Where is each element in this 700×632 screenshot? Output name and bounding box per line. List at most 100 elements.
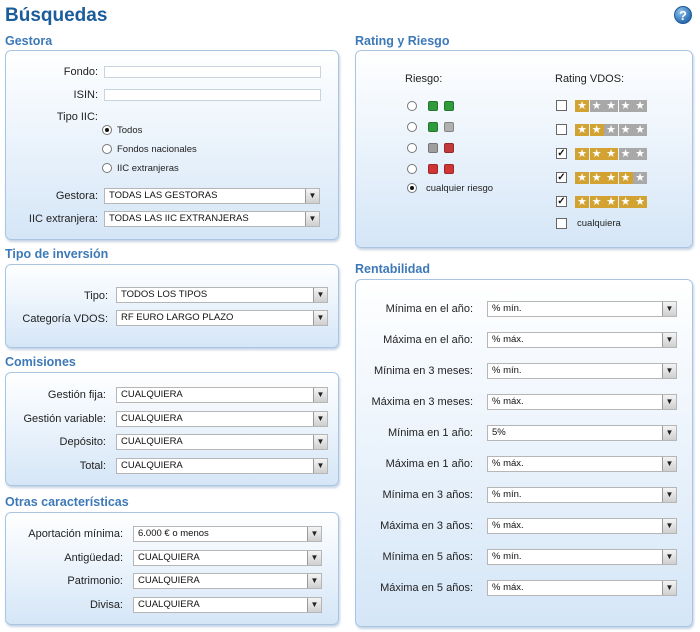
rentabilidad-panel: Mínima en el año: % mín. ▼ Máxima en el año… <box>355 279 693 627</box>
star-icon: ★ <box>618 148 633 160</box>
gestora-section-title: Gestora <box>5 34 53 48</box>
help-icon[interactable]: ? <box>674 6 692 24</box>
rating-checkbox-4[interactable]: ✓ <box>556 172 567 183</box>
star-icon: ★ <box>618 124 633 136</box>
rating-checkbox-cualquiera[interactable] <box>556 218 567 229</box>
otras-select[interactable]: CUALQUIERA ▼ <box>133 573 322 589</box>
tipo-select[interactable]: TODOS LOS TIPOS ▼ <box>116 287 328 303</box>
cualquiera-label: cualquiera <box>577 218 621 229</box>
riesgo-radio-3[interactable] <box>407 143 417 153</box>
star-icon: ★ <box>575 100 589 112</box>
comisiones-label: Depósito: <box>59 436 106 448</box>
tipo-iic-option-extranjeras: IIC extranjeras <box>117 163 179 174</box>
chevron-down-icon: ▼ <box>662 519 676 533</box>
tipo-iic-radio-extranjeras[interactable] <box>102 163 112 173</box>
rentabilidad-select-value: % mín. <box>492 489 522 500</box>
tipo-iic-radio-todos[interactable] <box>102 125 112 135</box>
chevron-down-icon: ▼ <box>307 550 321 565</box>
riesgo-radio-2[interactable] <box>407 122 417 132</box>
star-icon: ★ <box>604 100 618 112</box>
comisiones-section-title: Comisiones <box>5 355 76 369</box>
rentabilidad-label: Máxima en 3 años: <box>380 520 473 532</box>
otras-label: Divisa: <box>89 598 123 611</box>
riesgo-radio-cualquier[interactable] <box>407 183 417 193</box>
rating-checkbox-2[interactable] <box>556 124 567 135</box>
gestora-panel: Fondo: ISIN: Tipo IIC: Todos Fondos naci… <box>5 50 339 240</box>
fondo-label: Fondo: <box>63 66 98 78</box>
tipo-iic-radio-nacionales[interactable] <box>102 144 112 154</box>
rentabilidad-label: Máxima en 1 año: <box>385 458 473 470</box>
rentabilidad-select[interactable]: % mín. ▼ <box>487 301 677 317</box>
comisiones-select[interactable]: CUALQUIERA ▼ <box>116 387 328 403</box>
chevron-down-icon: ▼ <box>662 488 676 502</box>
otras-select[interactable]: CUALQUIERA ▼ <box>133 549 322 566</box>
chevron-down-icon: ▼ <box>307 597 321 612</box>
rentabilidad-select[interactable]: % máx. ▼ <box>487 580 677 596</box>
star-icon: ★ <box>604 124 618 136</box>
rentabilidad-label: Mínima en 1 año: <box>388 427 473 439</box>
comisiones-select[interactable]: CUALQUIERA ▼ <box>116 434 328 450</box>
rentabilidad-select[interactable]: % máx. ▼ <box>487 394 677 410</box>
rentabilidad-label: Mínima en 5 años: <box>382 551 474 563</box>
rating-panel: Riesgo: Rating VDOS: ★ ★ ★ ★ ★ ★ ★ ★ ★ ★ ✓ ★ ★ ★ ★ ★ ✓ ★ ★… <box>355 50 693 248</box>
otras-select[interactable]: CUALQUIERA ▼ <box>133 596 322 613</box>
gestora-select[interactable]: TODAS LAS GESTORAS ▼ <box>104 188 320 204</box>
categoria-vdos-select[interactable]: RF EURO LARGO PLAZO ▼ <box>116 310 328 326</box>
risk-level-square <box>444 164 454 174</box>
gestora-select-value: TODAS LAS GESTORAS <box>109 190 218 201</box>
fondo-input[interactable] <box>104 66 321 78</box>
iic-extranjera-label: IIC extranjera: <box>28 213 98 225</box>
gestora-label: Gestora: <box>55 190 98 202</box>
chevron-down-icon: ▼ <box>313 411 327 426</box>
riesgo-radio-1[interactable] <box>407 101 417 111</box>
risk-level-square <box>428 164 438 174</box>
iic-extranjera-select[interactable]: TODAS LAS IIC EXTRANJERAS ▼ <box>104 211 320 227</box>
comisiones-select[interactable]: CUALQUIERA ▼ <box>116 410 328 427</box>
rentabilidad-select[interactable]: % mín. ▼ <box>487 487 677 503</box>
otras-label: Patrimonio: <box>67 575 123 587</box>
comisiones-select[interactable]: CUALQUIERA ▼ <box>116 457 328 474</box>
tipo-inversion-panel: Tipo: TODOS LOS TIPOS ▼ Categoría VDOS: … <box>5 264 339 348</box>
chevron-down-icon: ▼ <box>313 288 327 302</box>
rentabilidad-select[interactable]: % máx. ▼ <box>487 332 677 348</box>
tipo-iic-option-nacionales: Fondos nacionales <box>117 144 197 155</box>
rentabilidad-select[interactable]: % máx. ▼ <box>487 456 677 472</box>
chevron-down-icon: ▼ <box>662 457 676 471</box>
rating-checkbox-3[interactable]: ✓ <box>556 148 567 159</box>
star-icon: ★ <box>633 148 647 160</box>
comisiones-label: Gestión fija: <box>47 389 106 401</box>
otras-select-value: CUALQUIERA <box>138 575 200 586</box>
rating-stars: ★ ★ ★ ★ ★ <box>575 100 648 112</box>
otras-panel: Aportación mínima: 6.000 € o menos ▼ Antigü… <box>5 512 339 625</box>
isin-input[interactable] <box>104 89 321 101</box>
rentabilidad-select[interactable]: 5% ▼ <box>487 425 677 441</box>
rentabilidad-section-title: Rentabilidad <box>355 262 431 276</box>
rentabilidad-select-value: % máx. <box>492 458 524 469</box>
rating-vdos-label: Rating VDOS: <box>555 73 625 85</box>
rentabilidad-select[interactable]: % mín. ▼ <box>487 549 677 565</box>
star-icon: ★ <box>633 100 647 112</box>
rating-checkbox-1[interactable] <box>556 100 567 111</box>
chevron-down-icon: ▼ <box>313 311 327 325</box>
star-icon: ★ <box>618 100 633 112</box>
rentabilidad-label: Máxima en 5 años: <box>380 582 473 594</box>
riesgo-radio-4[interactable] <box>407 164 417 174</box>
star-icon: ★ <box>589 124 604 136</box>
chevron-down-icon: ▼ <box>662 395 676 409</box>
star-icon: ★ <box>575 196 589 208</box>
comisiones-select-value: CUALQUIERA <box>121 412 183 424</box>
rentabilidad-select[interactable]: % máx. ▼ <box>487 518 677 534</box>
rentabilidad-select[interactable]: % mín. ▼ <box>487 363 677 379</box>
tipo-inversion-section-title: Tipo de inversión <box>5 247 109 261</box>
chevron-down-icon: ▼ <box>313 388 327 402</box>
chevron-down-icon: ▼ <box>662 581 676 595</box>
otras-select[interactable]: 6.000 € o menos ▼ <box>133 526 322 542</box>
risk-level-square <box>428 122 438 132</box>
otras-section-title: Otras características <box>5 495 129 509</box>
rentabilidad-label: Mínima en 3 años: <box>382 489 474 501</box>
tipo-iic-option-todos: Todos <box>117 125 143 136</box>
categoria-vdos-label: Categoría VDOS: <box>22 313 108 325</box>
comisiones-label: Total: <box>79 459 106 472</box>
rating-checkbox-5[interactable]: ✓ <box>556 196 567 207</box>
otras-label: Antigüedad: <box>64 551 123 564</box>
